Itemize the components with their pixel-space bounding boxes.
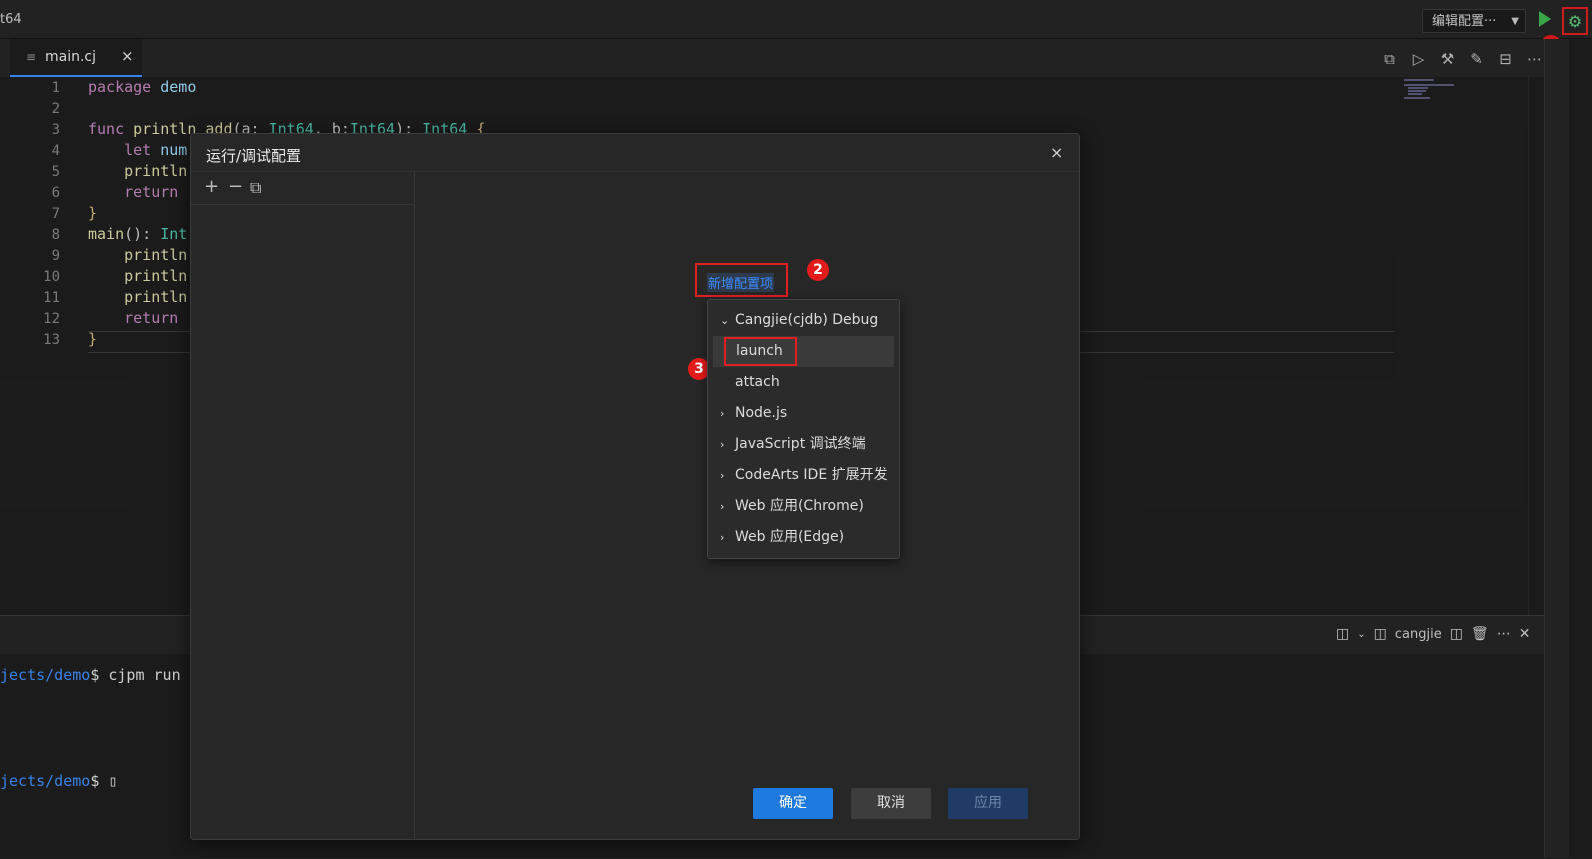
menu-item-codearts-ext[interactable]: › CodeArts IDE 扩展开发 [708, 460, 899, 491]
config-type-menu: ⌄ Cangjie(cjdb) Debug launch attach › Node… [707, 299, 900, 559]
apply-button[interactable]: 应用 [948, 788, 1028, 819]
run-debug-config-dialog: 运行/调试配置 × + − ⧉ 新增配置项 2 3 ⌄ Cangjie(cjdb)… [190, 133, 1080, 840]
chevron-right-icon: › [720, 500, 725, 513]
cancel-button[interactable]: 取消 [851, 788, 931, 819]
chevron-right-icon: › [720, 407, 725, 420]
add-config-item-label: 新增配置项 [707, 273, 775, 292]
chevron-down-icon: ⌄ [720, 314, 730, 327]
menu-item-nodejs[interactable]: › Node.js [708, 398, 899, 429]
dialog-title: 运行/调试配置 [206, 147, 302, 165]
ok-button[interactable]: 确定 [753, 788, 833, 819]
menu-item-launch[interactable]: launch [713, 336, 894, 367]
chevron-right-icon: › [720, 469, 725, 482]
copy-icon[interactable]: ⧉ [250, 178, 261, 198]
menu-item-attach[interactable]: attach [708, 367, 899, 398]
menu-item-cangjie-debug[interactable]: ⌄ Cangjie(cjdb) Debug [708, 305, 899, 336]
add-icon[interactable]: + [204, 176, 219, 197]
menu-item-web-edge[interactable]: › Web 应用(Edge) [708, 522, 899, 553]
chevron-right-icon: › [720, 438, 725, 451]
close-icon[interactable]: × [1050, 143, 1063, 162]
menu-item-js-debug-terminal[interactable]: › JavaScript 调试终端 [708, 429, 899, 460]
menu-item-web-chrome[interactable]: › Web 应用(Chrome) [708, 491, 899, 522]
add-config-item-button[interactable]: 新增配置项 [695, 263, 788, 297]
config-list-toolbar: + − ⧉ [191, 172, 414, 205]
chevron-right-icon: › [720, 531, 725, 544]
config-list-pane: + − ⧉ [191, 172, 415, 838]
step-marker-2: 2 [807, 259, 829, 281]
remove-icon[interactable]: − [228, 176, 243, 197]
